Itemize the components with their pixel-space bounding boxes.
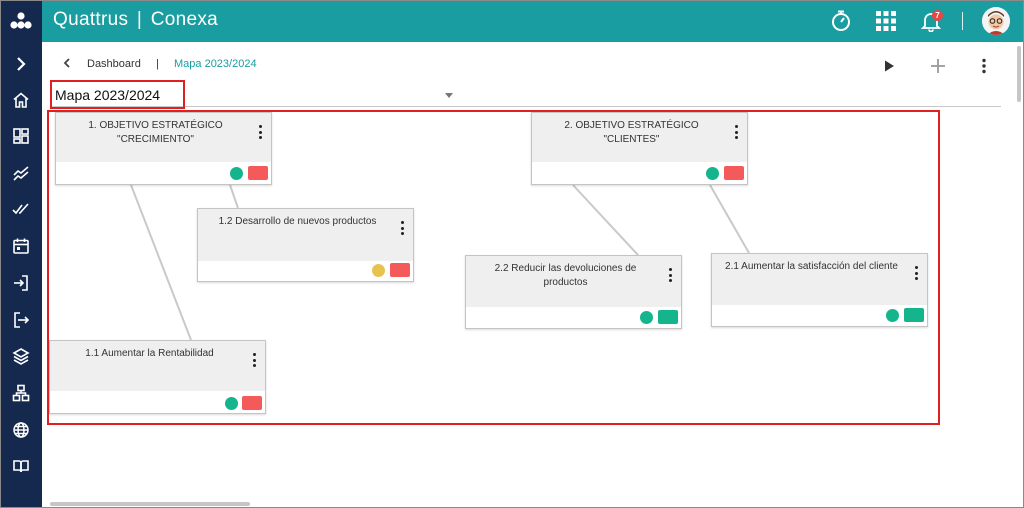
horizontal-scrollbar[interactable]	[50, 502, 250, 506]
vertical-scrollbar[interactable]	[1017, 46, 1021, 102]
map-highlight	[47, 110, 940, 425]
